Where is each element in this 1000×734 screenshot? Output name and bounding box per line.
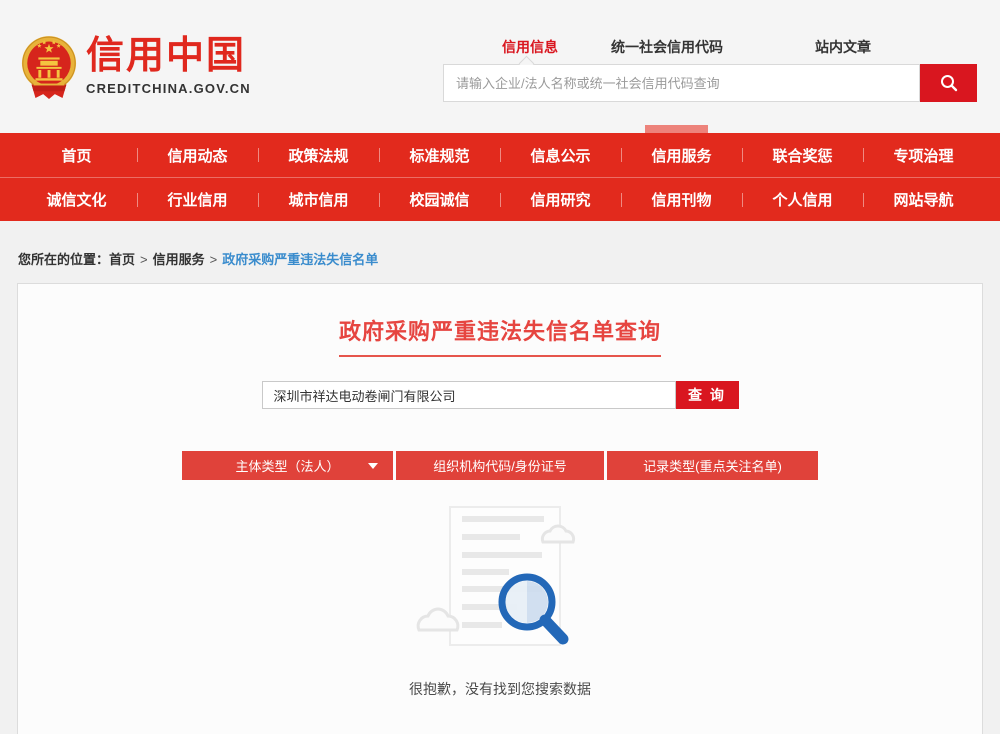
logo-title: 信用中国 [86,34,251,78]
nav-item-joint-rewards-punishments[interactable]: 联合奖惩 [742,133,863,177]
nav-item-site-map[interactable]: 网站导航 [863,178,984,221]
query-row: 查 询 [18,381,982,409]
column-record-type-label: 记录类型(重点关注名单) [643,456,782,475]
nav-item-policies[interactable]: 政策法规 [258,133,379,177]
column-record-type: 记录类型(重点关注名单) [607,451,818,480]
national-emblem-icon [20,34,78,106]
header-search-button[interactable] [920,64,977,102]
empty-result-message: 很抱歉，没有找到您搜索数据 [18,679,982,699]
page-title: 政府采购严重违法失信名单查询 [339,314,661,357]
nav-item-standards[interactable]: 标准规范 [379,133,500,177]
breadcrumb-home[interactable]: 首页 [109,252,135,267]
credit-china-page: 登录| 注册 移动客户端 无障碍浏览 [0,0,1000,734]
nav-row-2: 诚信文化 行业信用 城市信用 校园诚信 信用研究 信用刊物 个人信用 网站导航 [0,177,1000,221]
tab-unified-social-credit-code[interactable]: 统一社会信用代码 [611,37,723,57]
nav-item-home[interactable]: 首页 [16,133,137,177]
nav-item-info-disclosure[interactable]: 信息公示 [500,133,621,177]
logo-text: 信用中国 CREDITCHINA.GOV.CN [86,34,251,96]
nav-item-special-governance[interactable]: 专项治理 [863,133,984,177]
active-tab-notch-fill [519,65,535,71]
caret-down-icon [368,463,378,469]
no-results-document-icon [405,502,595,657]
query-panel: 政府采购严重违法失信名单查询 查 询 主体类型（法人） 组织机构代码/身份证号 … [17,283,983,734]
column-org-code-label: 组织机构代码/身份证号 [433,456,567,475]
logo-subtitle: CREDITCHINA.GOV.CN [86,81,251,96]
tab-credit-info[interactable]: 信用信息 [502,37,558,57]
nav-item-industry-credit[interactable]: 行业信用 [137,178,258,221]
column-subject-type-label: 主体类型（法人） [235,456,339,475]
company-query-input[interactable] [262,381,676,409]
nav-item-campus-integrity[interactable]: 校园诚信 [379,178,500,221]
tab-site-articles[interactable]: 站内文章 [815,37,871,57]
nav-item-personal-credit[interactable]: 个人信用 [742,178,863,221]
header-search-row [443,64,978,102]
nav-item-credit-news[interactable]: 信用动态 [137,133,258,177]
empty-state-illustration [18,502,982,657]
column-org-code: 组织机构代码/身份证号 [396,451,604,480]
breadcrumb-credit-services[interactable]: 信用服务 [153,252,205,267]
nav-item-credit-services[interactable]: 信用服务 [621,133,742,177]
query-button[interactable]: 查 询 [676,381,739,409]
header-search-input[interactable] [443,64,920,102]
site-header: 信用中国 CREDITCHINA.GOV.CN 信用信息 统一社会信用代码 站内… [0,0,1000,133]
title-wrap: 政府采购严重违法失信名单查询 [18,314,982,357]
site-logo[interactable]: 信用中国 CREDITCHINA.GOV.CN [20,34,251,106]
nav-item-credit-publications[interactable]: 信用刊物 [621,178,742,221]
nav-item-city-credit[interactable]: 城市信用 [258,178,379,221]
main-navigation: 首页 信用动态 政策法规 标准规范 信息公示 信用服务 联合奖惩 专项治理 诚信… [0,133,1000,221]
active-nav-indicator [645,125,708,133]
breadcrumb-separator: > [210,252,218,267]
header-search-block: 信用信息 统一社会信用代码 站内文章 [443,29,978,102]
nav-item-integrity-culture[interactable]: 诚信文化 [16,178,137,221]
nav-row-1: 首页 信用动态 政策法规 标准规范 信息公示 信用服务 联合奖惩 专项治理 [0,133,1000,177]
breadcrumb-prefix: 您所在的位置： [18,252,109,267]
nav-item-credit-research[interactable]: 信用研究 [500,178,621,221]
result-table-header: 主体类型（法人） 组织机构代码/身份证号 记录类型(重点关注名单) [18,451,982,480]
column-subject-type-dropdown[interactable]: 主体类型（法人） [182,451,393,480]
breadcrumb: 您所在的位置：首页 > 信用服务 > 政府采购严重违法失信名单 [18,249,378,268]
breadcrumb-separator: > [140,252,148,267]
search-icon [939,73,959,93]
breadcrumb-current-page: 政府采购严重违法失信名单 [222,252,378,267]
